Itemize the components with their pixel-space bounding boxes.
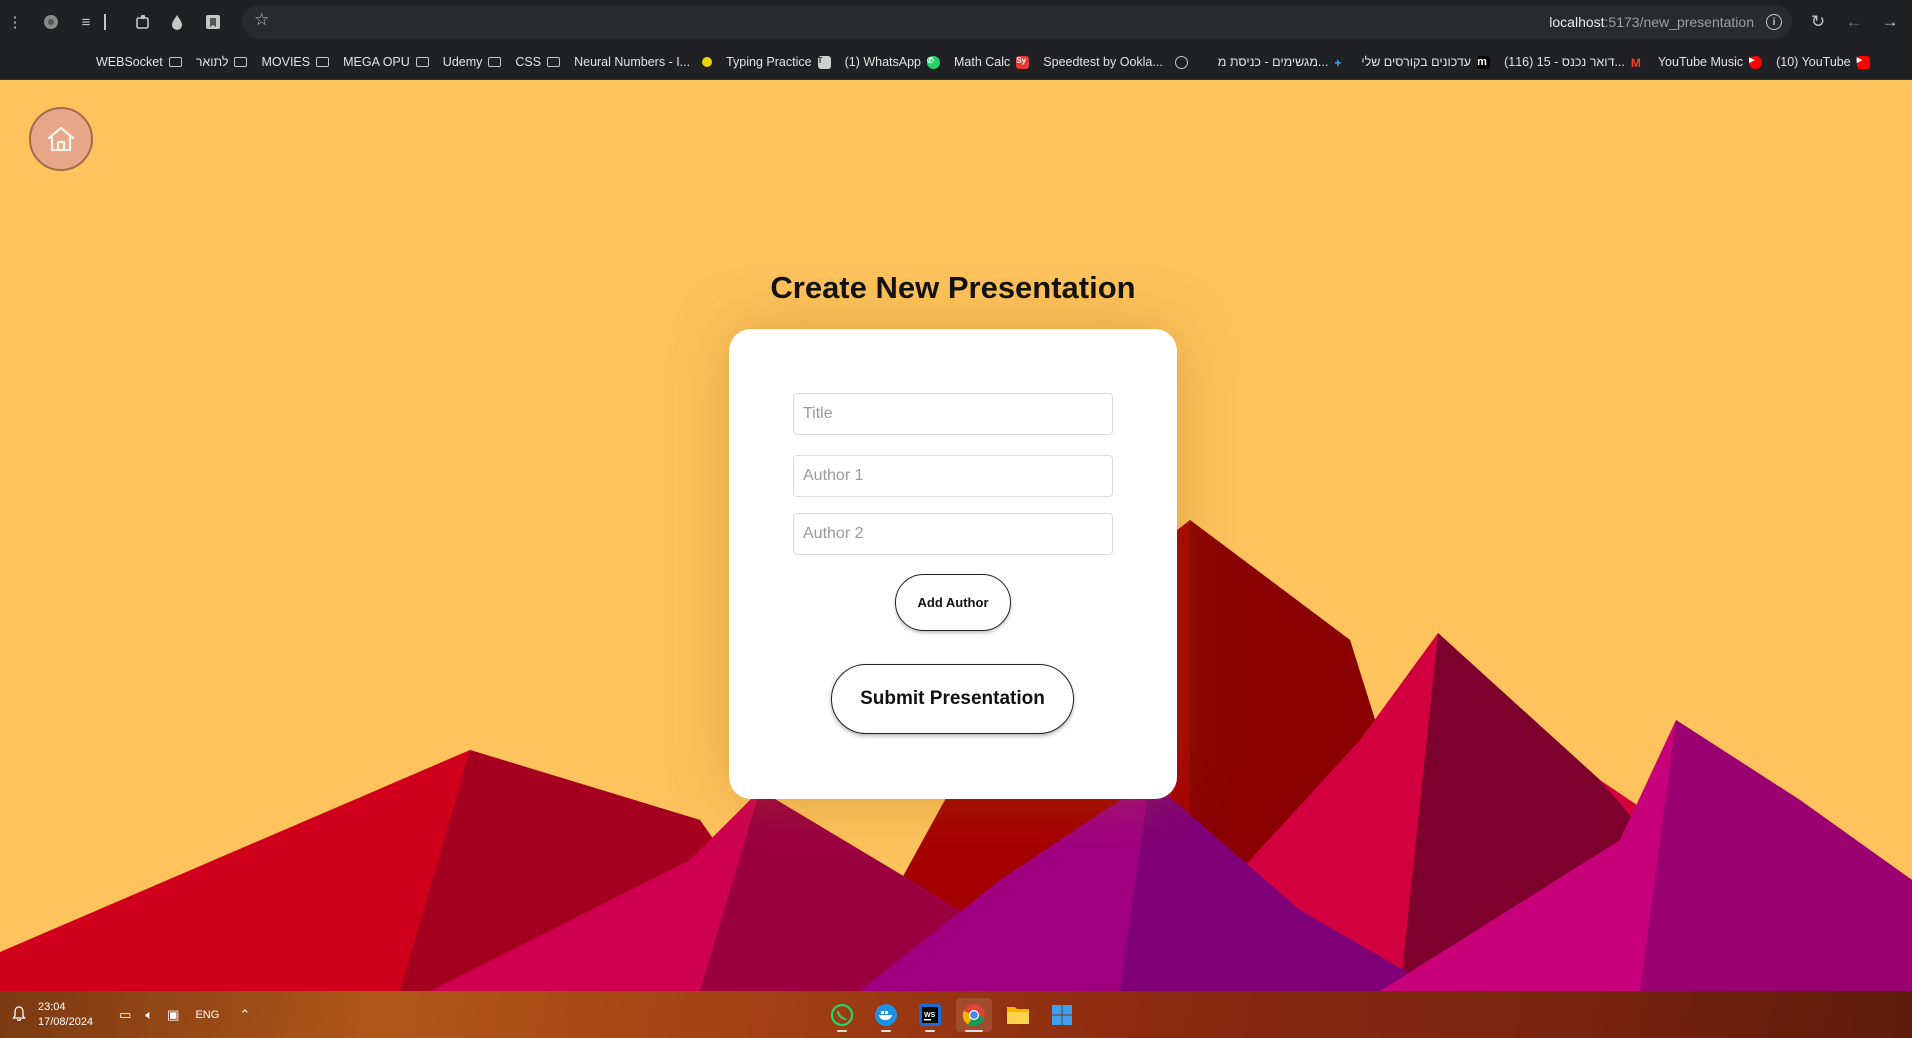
bookmark-websocket[interactable]: WEBSocket <box>96 55 182 69</box>
docker-app-icon[interactable] <box>868 998 904 1032</box>
taskbar-clock[interactable]: 23:04 17/08/2024 <box>38 1000 93 1030</box>
url-text[interactable]: localhost:5173/new_presentation <box>1549 14 1754 30</box>
plus-icon: + <box>1334 55 1342 70</box>
clock-time: 23:04 <box>38 1000 66 1013</box>
active-indicator <box>965 1030 983 1032</box>
bookmark-label: (116) דואר נכנס - 15... <box>1504 55 1625 69</box>
bookmark-whatsapp[interactable]: (1) WhatsApp ✆ <box>845 55 940 69</box>
address-bar[interactable]: ☆ localhost:5173/new_presentation i <box>242 5 1792 39</box>
back-arrow-icon[interactable]: ← <box>1841 9 1867 35</box>
bookmark-magshimim[interactable]: מגשימים - כניסת מ... + <box>1217 55 1348 70</box>
bookmark-extension-icon[interactable] <box>201 10 225 34</box>
gmail-icon: M <box>1630 55 1641 70</box>
bookmark-typing-practice[interactable]: Typing Practice T <box>726 55 831 69</box>
url-path: :5173/new_presentation <box>1604 14 1754 30</box>
whatsapp-app-icon[interactable] <box>824 998 860 1032</box>
bookmark-label: MEGA OPU <box>343 55 410 69</box>
home-button[interactable] <box>29 107 93 171</box>
reload-icon[interactable]: ↻ <box>1805 9 1831 35</box>
bookmark-label: Speedtest by Ookla... <box>1043 55 1163 69</box>
bookmark-math-calc[interactable]: Math Calc Sy <box>954 55 1030 69</box>
bookmark-udemy[interactable]: Udemy <box>443 55 502 69</box>
running-indicator <box>925 1030 935 1032</box>
folder-icon <box>488 57 502 67</box>
youtube-icon: ▶ <box>1856 55 1870 69</box>
battery-icon[interactable]: ▭ <box>119 1007 131 1023</box>
bookmark-speedtest[interactable]: Speedtest by Ookla... <box>1043 55 1188 69</box>
clock-date: 17/08/2024 <box>38 1015 94 1028</box>
browser-toolbar: ⋮ ≡ ☆ localhost:5173/new_presentation i … <box>0 0 1912 44</box>
running-indicator <box>837 1030 847 1032</box>
whatsapp-icon: ✆ <box>927 55 940 69</box>
network-icon[interactable]: ▣ <box>167 1007 179 1023</box>
author-1-input[interactable] <box>793 455 1113 497</box>
sy-icon: Sy <box>1016 55 1030 69</box>
folder-icon <box>316 57 330 67</box>
toolbar-divider <box>101 10 109 34</box>
bookmark-label: (10) YouTube <box>1776 55 1851 69</box>
yellow-dot-icon <box>702 57 713 67</box>
author-2-input[interactable] <box>793 513 1113 555</box>
bookmark-css[interactable]: CSS <box>515 55 561 69</box>
bookmark-label: CSS <box>515 55 542 69</box>
bookmark-label: לתואר <box>195 55 229 69</box>
add-author-button[interactable]: Add Author <box>895 574 1011 631</box>
extension-icon[interactable] <box>39 10 63 34</box>
youtube-music-icon: ▶ <box>1749 55 1763 69</box>
taskbar: 23:04 17/08/2024 ▭ 🔈︎ ▣ ENG ⌃ WS <box>0 991 1912 1038</box>
bookmarks-bar: WEBSocket לתואר MOVIES MEGA OPU Udemy CS… <box>0 44 1912 80</box>
chevron-up-icon[interactable]: ⌃ <box>239 1007 250 1023</box>
language-indicator[interactable]: ENG <box>195 1009 219 1021</box>
bookmark-youtube-music[interactable]: YouTube Music ▶ <box>1657 55 1763 69</box>
bookmark-star-icon[interactable]: ☆ <box>254 10 269 30</box>
folder-icon <box>234 57 248 67</box>
url-host: localhost <box>1549 14 1605 30</box>
bookmark-label: מגשימים - כניסת מ... <box>1217 55 1329 69</box>
extensions-puzzle-icon[interactable] <box>131 10 155 34</box>
presentation-form-card: Add Author Submit Presentation <box>729 329 1177 799</box>
bookmark-neural-numbers[interactable]: Neural Numbers - I... <box>574 55 713 69</box>
bookmark-label: WEBSocket <box>96 55 163 69</box>
submit-presentation-button[interactable]: Submit Presentation <box>831 664 1074 734</box>
title-input[interactable] <box>793 393 1113 435</box>
bookmark-movies[interactable]: MOVIES <box>261 55 330 69</box>
volume-icon[interactable]: 🔈︎ <box>145 1007 153 1023</box>
folder-icon <box>547 57 561 67</box>
bookmark-label: עדכונים בקורסים שלי <box>1361 55 1472 69</box>
bookmark-label: MOVIES <box>261 55 311 69</box>
bookmark-label: Neural Numbers - I... <box>574 55 691 69</box>
bookmark-label: (1) WhatsApp <box>844 55 921 69</box>
bookmark-mega-opu[interactable]: MEGA OPU <box>343 55 429 69</box>
site-info-icon[interactable]: i <box>1766 14 1782 30</box>
chrome-app-icon[interactable] <box>956 998 992 1032</box>
notification-bell-icon[interactable] <box>12 1005 26 1024</box>
folder-icon <box>168 57 182 67</box>
m-icon: m <box>1477 55 1491 69</box>
folder-icon <box>415 57 429 67</box>
webstorm-app-icon[interactable]: WS <box>912 998 948 1032</box>
media-icon[interactable]: ≡ <box>74 10 98 34</box>
bookmark-label: YouTube Music <box>1657 55 1744 69</box>
typing-icon: T <box>817 55 831 69</box>
running-indicator <box>881 1030 891 1032</box>
windows-start-icon[interactable] <box>1044 998 1080 1032</box>
bookmark-label: Udemy <box>442 55 483 69</box>
bookmark-label: Typing Practice <box>726 55 812 69</box>
speedtest-icon <box>1174 55 1188 69</box>
bookmark-youtube[interactable]: (10) YouTube ▶ <box>1776 55 1870 69</box>
page-content: Create New Presentation Add Author Submi… <box>0 80 1912 991</box>
page-title: Create New Presentation <box>770 270 1136 305</box>
bookmark-degree[interactable]: לתואר <box>196 55 248 69</box>
menu-dots-icon[interactable]: ⋮ <box>3 10 27 34</box>
file-explorer-app-icon[interactable] <box>1000 998 1036 1032</box>
bookmark-label: Math Calc <box>954 55 1011 69</box>
forward-arrow-icon[interactable]: → <box>1877 9 1903 35</box>
bookmark-course-updates[interactable]: עדכונים בקורסים שלי m <box>1361 55 1491 69</box>
bookmark-gmail[interactable]: (116) דואר נכנס - 15... M <box>1504 55 1644 70</box>
svg-text:WS: WS <box>924 1012 936 1019</box>
drop-icon[interactable] <box>165 10 189 34</box>
home-icon <box>47 126 75 152</box>
